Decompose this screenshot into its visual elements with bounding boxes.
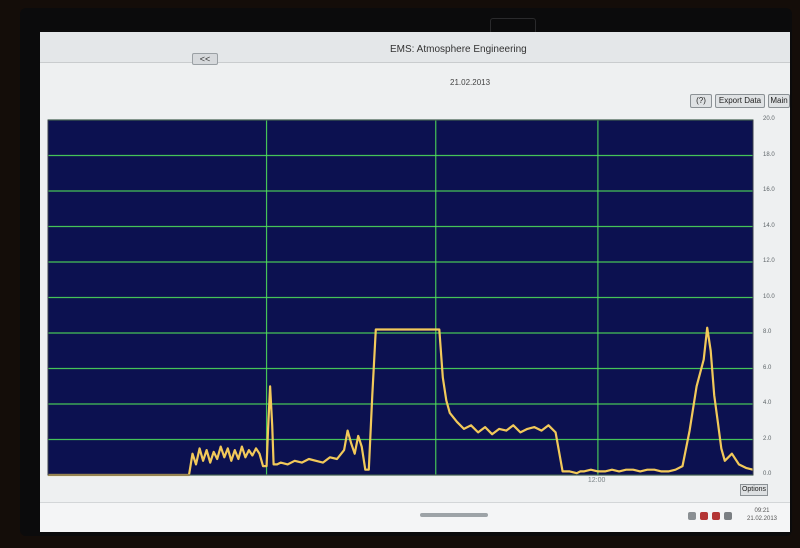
info-button[interactable]: (?)	[690, 94, 712, 108]
y-tick-label: 12.0	[763, 258, 775, 264]
y-tick-label: 0.0	[763, 471, 772, 477]
y-tick-label: 20.0	[763, 116, 775, 122]
export-data-button[interactable]: Export Data	[715, 94, 765, 108]
y-tick-label: 16.0	[763, 187, 775, 193]
chart-date-label: 21.02.2013	[450, 78, 491, 87]
y-tick-label: 8.0	[763, 329, 772, 335]
alert-icon[interactable]	[700, 512, 708, 520]
y-tick-label: 18.0	[763, 151, 775, 158]
chart	[47, 119, 754, 477]
x-tick-label: 12:00	[587, 477, 606, 484]
back-button[interactable]: <<	[192, 53, 218, 65]
network-icon[interactable]	[688, 512, 696, 520]
security-icon[interactable]	[712, 512, 720, 520]
y-tick-label: 4.0	[763, 400, 772, 406]
y-tick-label: 6.0	[763, 364, 772, 371]
main-button[interactable]: Main	[768, 94, 790, 108]
taskbar-time: 09:21	[754, 508, 770, 514]
volume-icon[interactable]	[724, 512, 732, 520]
title-bar: << EMS: Atmosphere Engineering	[40, 32, 790, 65]
taskbar-date: 21.02.2013	[746, 516, 778, 522]
y-tick-label: 2.0	[763, 435, 772, 442]
scroll-thumb[interactable]	[420, 513, 488, 517]
y-tick-label: 10.0	[763, 293, 775, 300]
chart-options-button[interactable]: Options	[740, 484, 768, 496]
plot-frame	[40, 72, 790, 502]
window-title: EMS: Atmosphere Engineering	[390, 44, 527, 55]
app-window: << EMS: Atmosphere Engineering 21.02.201…	[40, 32, 790, 532]
y-tick-label: 14.0	[763, 222, 775, 229]
taskbar-clock: 09:21 21.02.2013	[740, 507, 784, 523]
taskbar: 09:21 21.02.2013	[40, 502, 790, 532]
